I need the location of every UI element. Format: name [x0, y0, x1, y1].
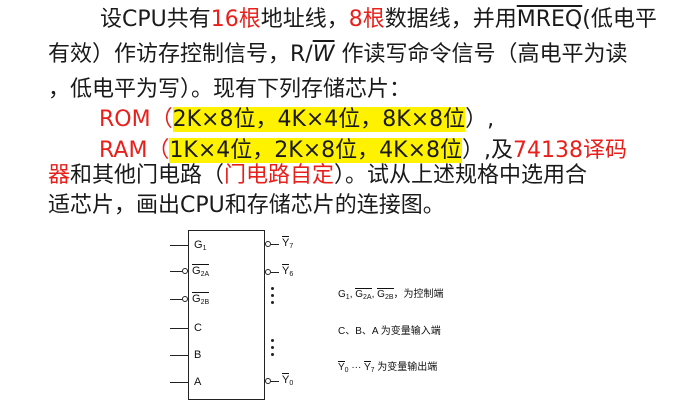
- line-7: 适芯片，画出CPU和存储芯片的连接图。: [48, 190, 445, 221]
- text-segment: ）。试从上述规格中选用合: [334, 163, 588, 188]
- pin-b-label: B: [194, 349, 202, 361]
- pin-g2a-line: [170, 271, 182, 273]
- rom-specs: 2K×8位，4K×4位，8K×8位: [172, 107, 466, 132]
- text-segment: 和其他门电路（: [70, 163, 225, 188]
- pin-g2b-label: G2B: [192, 292, 210, 306]
- pin-g2b-line: [170, 299, 182, 301]
- pin-a-label: A: [194, 376, 202, 388]
- legend-input-pins: C、B、A 为变量输入端: [338, 326, 441, 337]
- text-segment: 地址线，: [260, 7, 349, 32]
- pin-y7-line: [271, 244, 279, 246]
- problem-text: 设CPU共有16根地址线，8根数据线，并用MREQ(低电平 有效）作访存控制信号…: [0, 0, 680, 230]
- text-segment: 作读写命令信号（高电平为读: [334, 42, 628, 67]
- decoder-74138-diagram: G1 G2A G2B C B A Y7 Y6 Y0 G1, G2A, G2B，为…: [150, 225, 680, 406]
- text-segment: 设CPU共有: [100, 7, 211, 32]
- line-1: 设CPU共有16根地址线，8根数据线，并用MREQ(低电平: [100, 4, 657, 35]
- pin-g1-line: [170, 245, 188, 247]
- decoder-chip-body: [188, 230, 265, 400]
- text-segment: (低电平: [582, 7, 657, 32]
- text-segment: ）,: [465, 107, 495, 132]
- write-signal: W: [312, 42, 335, 67]
- pin-y6-label: Y6: [282, 264, 294, 278]
- highlight-address-lines: 16根: [210, 7, 261, 32]
- pin-c-line: [170, 328, 188, 330]
- legend-output-pins: Y0 ··· Y7 为变量输出端: [338, 361, 438, 374]
- line-6: 器和其他门电路（门电路自定）。试从上述规格中选用合: [48, 160, 587, 191]
- pin-g2a-bubble: [182, 268, 188, 274]
- pin-g2b-bubble: [182, 296, 188, 302]
- pin-y0-line: [271, 381, 279, 383]
- text-segment: 有效）作访存控制信号，R/: [48, 42, 313, 67]
- text-segment: ，低电平为写）。现有下列存储芯片：: [48, 77, 412, 102]
- highlight-data-lines: 8根: [348, 7, 385, 32]
- legend-control-pins: G1, G2A, G2B，为控制端: [338, 288, 444, 301]
- text-segment: 数据线，并用: [384, 7, 517, 32]
- mreq-signal: MREQ: [516, 7, 583, 32]
- line-3: ，低电平为写）。现有下列存储芯片：: [48, 74, 411, 105]
- rom-label: ROM（: [99, 107, 173, 132]
- pin-g2a-label: G2A: [192, 264, 210, 278]
- pin-g1-label: G1: [194, 239, 207, 252]
- pin-y7-label: Y7: [282, 236, 294, 250]
- line-rom: ROM（2K×8位，4K×4位，8K×8位）,: [99, 104, 494, 135]
- line-2: 有效）作访存控制信号，R/W 作读写命令信号（高电平为读: [48, 39, 627, 70]
- pin-b-line: [170, 355, 188, 357]
- pin-y6-line: [271, 272, 279, 274]
- decoder-label-end: 器: [48, 163, 71, 188]
- ellipsis-dots-lower: [271, 339, 274, 360]
- pin-y0-label: Y0: [282, 373, 294, 387]
- pin-c-label: C: [194, 322, 202, 334]
- text-segment: 适芯片，画出CPU和存储芯片的连接图。: [48, 193, 445, 218]
- gate-custom-label: 门电路自定: [224, 163, 335, 188]
- ellipsis-dots-upper: [271, 287, 274, 308]
- pin-a-line: [170, 382, 188, 384]
